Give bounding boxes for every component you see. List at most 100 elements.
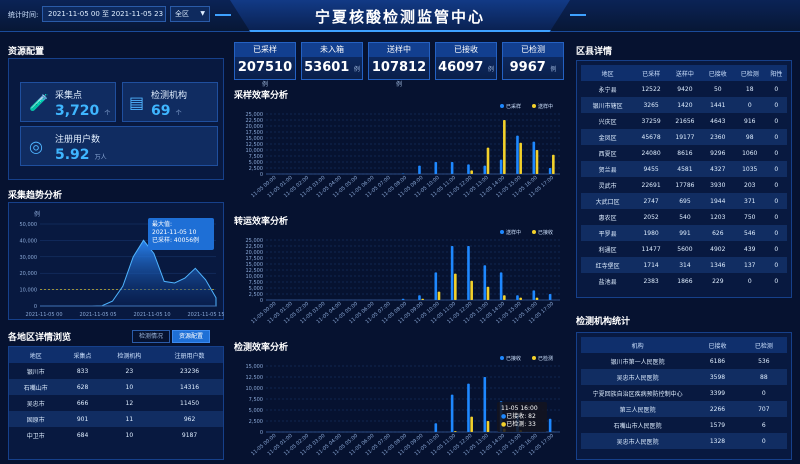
district-table: 地区 已采样 送样中 已接收 已检测 阳性 永宁县 12522 9420 50 18 0 银… — [581, 65, 787, 289]
table-row[interactable]: 西夏区 24080 8616 9296 1060 0 — [581, 145, 787, 161]
stat-label: 已检测 — [503, 43, 563, 57]
cell: 0 — [765, 129, 787, 145]
cell: 吴忠市人民医院 — [581, 369, 695, 385]
cell: 750 — [744, 213, 756, 221]
table-row[interactable]: 盐池县 2383 1866 229 0 0 — [581, 273, 787, 289]
y-tick-label: 20,000 — [20, 271, 38, 277]
cell: 11450 — [180, 399, 200, 407]
cell: 666 — [76, 399, 89, 407]
table-row[interactable]: 中卫市 684 10 9187 — [9, 427, 223, 443]
tab-resource[interactable]: 资源配置 — [172, 330, 211, 343]
y-tick-label: 2,500 — [249, 419, 263, 425]
table-row[interactable]: 吴忠市 666 12 11450 — [9, 395, 223, 411]
table-row[interactable]: 永宁县 12522 9420 50 18 0 — [581, 81, 787, 97]
area-select[interactable]: 全区 ▼ — [170, 6, 210, 22]
cell: 684 — [76, 431, 89, 439]
district-panel: 地区 已采样 送样中 已接收 已检测 阳性 永宁县 12522 9420 50 18 0 银… — [576, 60, 792, 298]
bar — [548, 168, 552, 174]
bar — [532, 141, 536, 174]
cell: 0 — [765, 97, 787, 113]
cell: 固原市 — [9, 411, 63, 427]
y-tick-label: 15,000 — [246, 262, 264, 268]
cell: 2360 — [701, 129, 734, 145]
y-tick-label: 22,500 — [246, 244, 264, 250]
bar — [548, 418, 552, 432]
cell: 1579 — [709, 421, 726, 429]
table-row[interactable]: 红寺堡区 1714 314 1346 137 0 — [581, 257, 787, 273]
table-row[interactable]: 银川市辖区 3265 1420 1441 0 0 — [581, 97, 787, 113]
date-range-picker[interactable]: 2021-11-05 00 至 2021-11-05 23 — [42, 6, 166, 22]
bar — [548, 294, 552, 300]
stat-label: 未入箱 — [302, 43, 362, 57]
cell: 1980 — [634, 225, 669, 241]
cell: 兴庆区 — [598, 118, 617, 126]
cell: 707 — [740, 401, 787, 417]
table-row[interactable]: 吴忠市人民医院 3598 88 — [581, 369, 787, 385]
cell: 2052 — [643, 213, 659, 221]
table-row[interactable]: 灵武市 22691 17786 3930 203 0 — [581, 177, 787, 193]
table-row[interactable]: 惠农区 2052 540 1203 750 0 — [581, 209, 787, 225]
table-row[interactable]: 吴忠市人民医院 1328 0 — [581, 433, 787, 449]
bar — [516, 295, 519, 300]
sampling-points-unit: 个 — [104, 110, 111, 117]
y-tick-label: 7,500 — [249, 154, 263, 160]
table-row[interactable]: 贺兰县 9455 4581 4327 1035 0 — [581, 161, 787, 177]
bar — [418, 165, 421, 174]
table-row[interactable]: 石嘴山市人民医院 1579 6 — [581, 417, 787, 433]
cell: 23 — [125, 367, 134, 375]
sampling-efficiency-chart[interactable]: 02,5005,0007,50010,00012,50015,00017,500… — [232, 100, 566, 204]
cell: 贺兰县 — [581, 161, 635, 177]
y-tick-label: 2,500 — [249, 166, 263, 172]
y-tick-label: 0 — [34, 304, 37, 310]
table-row[interactable]: 平罗县 1980 991 626 546 0 — [581, 225, 787, 241]
cell: 利通区 — [598, 246, 617, 254]
cell: 50 — [713, 85, 722, 93]
cell: 0 — [774, 277, 779, 285]
table-row[interactable]: 兴庆区 37259 21656 4643 916 0 — [581, 113, 787, 129]
cell: 12 — [125, 399, 134, 407]
cell: 3265 — [634, 97, 669, 113]
registered-users-value: 5.92 — [55, 147, 90, 163]
cell: 宁夏回族自治区疾病预防控制中心 — [592, 390, 683, 398]
labs-card: ▤ 检测机构 69 个 — [122, 82, 218, 122]
cell: 19177 — [668, 129, 702, 145]
transport-efficiency-chart[interactable]: 02,5005,0007,50010,00012,50015,00017,500… — [232, 226, 566, 330]
table-row[interactable]: 大武口区 2747 695 1944 371 0 — [581, 193, 787, 209]
cell: 红寺堡区 — [581, 257, 635, 273]
table-row[interactable]: 银川市第一人民医院 6186 536 — [581, 353, 787, 369]
x-tick-label: 2021-11-05 05 — [79, 312, 116, 318]
tab-detail[interactable]: 检测情况 — [132, 330, 171, 343]
test-tube-icon: 🧪 — [29, 93, 49, 112]
cell: 203 — [744, 181, 756, 189]
cell: 9420 — [677, 85, 693, 93]
table-row[interactable]: 石嘴山市 628 10 14316 — [9, 379, 223, 395]
y-tick-label: 7,500 — [249, 397, 263, 403]
cell: 1714 — [634, 257, 669, 273]
area-select-value: 全区 — [175, 10, 189, 18]
cell: 0 — [774, 149, 779, 157]
cell: 439 — [744, 245, 756, 253]
cell: 0 — [774, 117, 779, 125]
cell: 1060 — [742, 149, 758, 157]
sampling-points-card: 🧪 采集点 3,720 个 — [20, 82, 116, 122]
y-tick-label: 10,000 — [246, 386, 264, 392]
cell: 628 — [62, 379, 103, 395]
table-row[interactable]: 宁夏回族自治区疾病预防控制中心 3399 0 — [581, 385, 787, 401]
cell: 1944 — [701, 193, 734, 209]
cell: 4327 — [701, 161, 734, 177]
legend-label: 已采样 — [506, 103, 521, 110]
y-tick-label: 50,000 — [20, 222, 38, 228]
y-tick-label: 10,000 — [20, 288, 38, 294]
cell: 3930 — [710, 181, 726, 189]
cell: 1328 — [694, 433, 741, 449]
table-row[interactable]: 银川市 833 23 23236 — [9, 363, 223, 379]
y-tick-label: 10,000 — [246, 274, 264, 280]
table-row[interactable]: 金凤区 45678 19177 2360 98 0 — [581, 129, 787, 145]
table-row[interactable]: 固原市 901 11 962 — [9, 411, 223, 427]
table-row[interactable]: 第三人民医院 2266 707 — [581, 401, 787, 417]
bar — [421, 298, 424, 300]
stat-unit: 例 — [395, 81, 402, 88]
table-row[interactable]: 利通区 11477 5600 4902 439 0 — [581, 241, 787, 257]
stat-value: 46097 — [438, 60, 484, 75]
institutions-panel: 机构 已接收 已检测 银川市第一人民医院 6186 536 吴忠市人民医院 3598 88… — [576, 332, 792, 460]
